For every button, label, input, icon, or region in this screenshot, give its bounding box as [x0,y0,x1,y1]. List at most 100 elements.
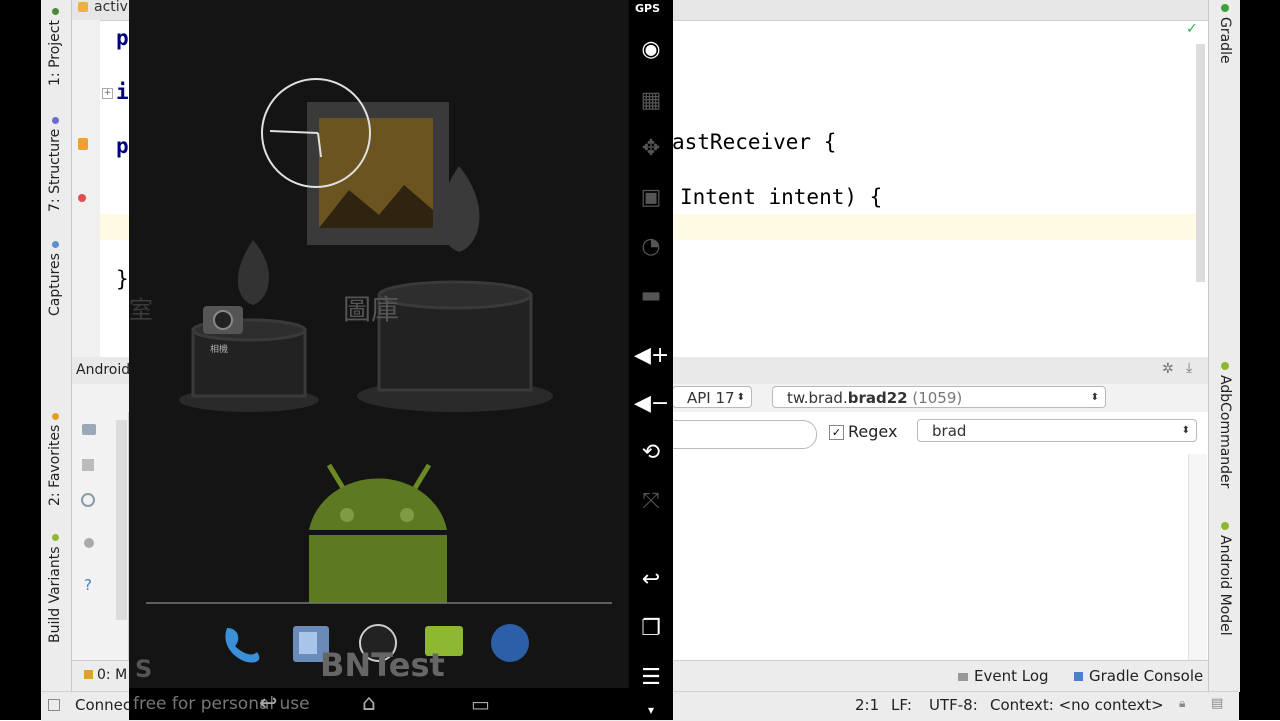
tool-tab-adb-commander[interactable]: AdbCommander [1217,362,1233,488]
regex-checkbox[interactable]: ✓ [829,425,844,440]
fold-icon[interactable]: + [102,88,113,99]
network-icon[interactable]: ◔ [634,230,668,264]
volume-down-icon[interactable]: ◀− [634,387,669,421]
code-line-class: astReceiver { [672,130,837,154]
webcam-icon[interactable]: ◉ [634,33,668,67]
structure-icon [51,116,59,124]
android-robot-icon [309,478,447,530]
combo-arrow-icon: ⬍ [1090,392,1099,403]
caret-position[interactable]: 2:1 [855,696,879,714]
volume-up-icon[interactable]: ◀+ [634,339,669,373]
tool-tab-messages[interactable]: 0: M [84,667,127,683]
filter-config-select[interactable]: brad ⬍ [917,419,1197,442]
help-icon[interactable]: ? [84,576,92,594]
java-file-icon [78,2,88,12]
camera-app-label[interactable]: 相機 [210,342,228,355]
right-tool-strip: Gradle AdbCommander Android Model [1208,0,1240,692]
recents-icon[interactable]: ▭ [471,692,490,716]
screen-capture-icon[interactable] [82,424,96,435]
api-level-select[interactable]: API 17 ⬍ [672,386,752,408]
inspection-context[interactable]: Context: <no context> [990,696,1164,714]
record-icon[interactable] [84,538,94,548]
android-panel-title: Android [76,362,131,378]
gallery-app-label[interactable]: 圖庫 [343,288,399,328]
gps-button[interactable]: GPS [635,2,660,15]
editor-gutter [72,20,100,357]
status-message: Connec [75,696,132,714]
emulator-screen[interactable]: 相機 圖庫 室 S BNTest [129,0,629,720]
side-toolbar-column [116,420,127,620]
logcat-scrollbar[interactable] [1188,454,1207,660]
class-marker-icon [78,138,88,150]
android-icon [1221,362,1229,370]
phone-icon [225,628,260,663]
code-closing-brace: } [116,267,129,291]
partial-app-label: 室 [129,296,153,324]
tool-window-toggle-icon[interactable] [48,699,60,711]
watermark-title: BNTest [320,646,445,684]
gradle-icon [1221,4,1229,12]
project-icon [51,8,59,16]
home-screen-wallpaper [146,78,612,663]
emu-back-icon[interactable]: ↩ [634,563,668,597]
tool-tab-event-log[interactable]: Event Log [958,667,1049,685]
watermark-fragment: S [135,655,153,683]
combo-arrow-icon: ⬍ [736,392,745,403]
inspection-ok-icon: ✓ [1186,21,1198,37]
tool-tab-structure[interactable]: 7: Structure [47,116,63,212]
rotate-icon[interactable]: ⟲ [634,436,668,470]
hide-panel-icon[interactable]: ⤓ [1186,360,1192,376]
back-icon[interactable]: ↩ [259,691,277,716]
emu-menu-icon[interactable]: ☰ [634,661,668,695]
left-tool-strip: 1: Project 7: Structure Captures 2: Favo… [41,0,72,692]
gear-icon[interactable]: ✲ [1162,361,1174,377]
tool-tab-gradle-console[interactable]: Gradle Console [1074,667,1203,685]
tool-tab-android-model[interactable]: Android Model [1217,522,1233,636]
sidebar-more-icon[interactable]: ▾ [634,700,668,720]
tool-tab-project[interactable]: 1: Project [47,8,63,86]
home-icon[interactable]: ⌂ [362,691,376,716]
editor-tab[interactable]: activ [78,0,128,15]
event-icon[interactable]: ▤ [1211,696,1223,711]
left-black-margin [0,0,41,720]
code-keyword-package: p [116,26,129,50]
right-black-margin [1239,0,1280,720]
editor-tab-label: activ [94,0,128,15]
android-icon [1221,522,1229,530]
star-icon [51,412,59,420]
android-panel-side-toolbar: ? [72,412,129,660]
editor-scrollbar[interactable] [1196,44,1205,282]
emulator-nav-bar: free for personal use ↩ ⌂ ▭ [129,688,629,720]
watermark-subtitle: free for personal use [133,694,310,714]
regex-label: Regex [848,422,898,441]
event-log-icon [958,673,968,681]
tool-tab-gradle[interactable]: Gradle [1217,4,1233,64]
move-icon[interactable]: ✥ [634,132,668,166]
lock-icon[interactable]: 🔒︎ [1179,696,1185,711]
tool-tab-build-variants[interactable]: Build Variants [47,534,63,643]
tool-tab-captures[interactable]: Captures [47,241,63,316]
code-keyword-public: p [116,134,129,158]
file-encoding[interactable]: UTF-8: [929,696,978,714]
process-select[interactable]: tw.brad.brad22 (1059) ⬍ [772,386,1106,408]
code-keyword-import: i [116,80,129,104]
logcat-output[interactable] [672,454,1208,660]
code-line-method: Intent intent) { [680,185,883,209]
sms-icon[interactable]: ▬ [634,279,668,313]
android-icon [51,534,59,542]
stop-icon[interactable] [82,459,94,471]
messages-icon [84,670,93,679]
device-id-icon[interactable]: ▣ [634,181,668,215]
logcat-search-input[interactable] [660,420,817,449]
line-separator[interactable]: LF: [891,696,912,714]
captures-icon [51,241,59,249]
pixel-perfect-icon[interactable]: ⤧ [634,485,668,519]
tool-tab-favorites[interactable]: 2: Favorites [47,412,63,506]
search-icon[interactable] [81,493,95,507]
screen-record-icon[interactable]: ▦ [634,84,668,118]
override-marker-icon [78,194,86,202]
combo-arrow-icon: ⬍ [1181,425,1190,436]
browser-globe-icon [491,624,529,662]
emu-recents-icon[interactable]: ❐ [634,612,668,646]
gradle-console-icon [1074,672,1083,681]
